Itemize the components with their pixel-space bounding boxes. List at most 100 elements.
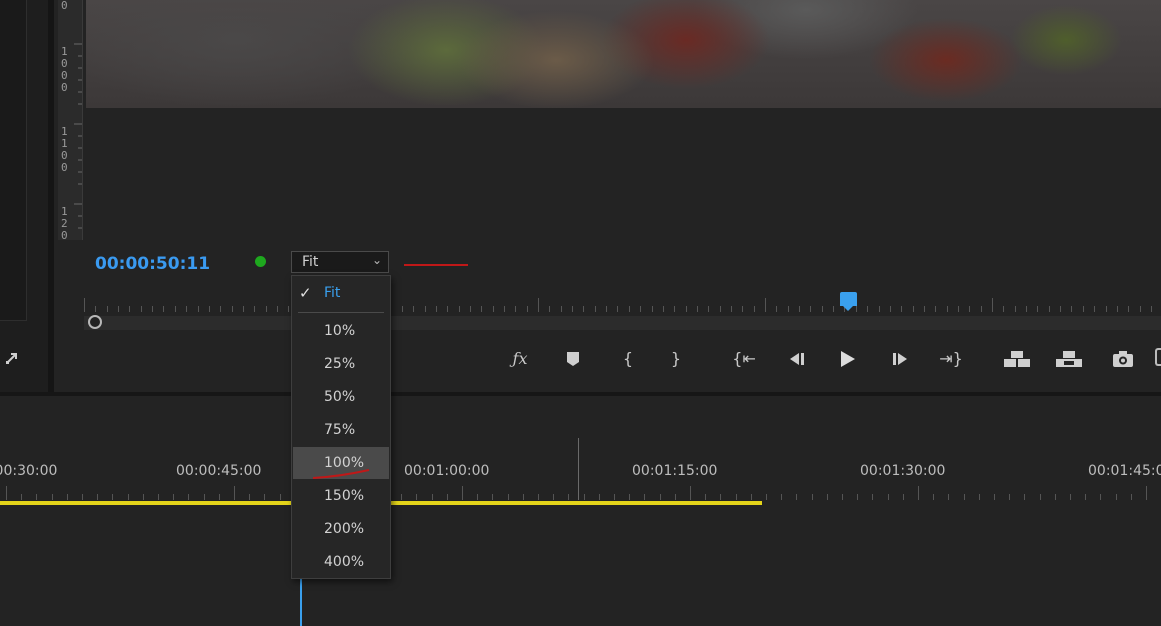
ruler-tick	[935, 306, 937, 312]
ruler-tick	[84, 298, 85, 312]
zoom-level-select[interactable]: Fit ⌄	[291, 251, 389, 273]
ruler-tick	[811, 494, 813, 500]
ruler-tick	[842, 494, 843, 500]
ruler-tick	[857, 494, 859, 500]
ruler-tick	[872, 494, 874, 500]
button-editor-icon[interactable]	[1155, 348, 1161, 366]
ruler-tick	[980, 306, 982, 312]
timeline-time-ruler[interactable]	[0, 482, 1161, 502]
ruler-tick	[902, 494, 904, 500]
zoom-option-200[interactable]: 200%	[293, 513, 389, 545]
ruler-tick	[933, 494, 935, 500]
ruler-tick	[1003, 306, 1005, 312]
zoom-option-400[interactable]: 400%	[293, 546, 389, 578]
ruler-tick	[503, 306, 505, 312]
ruler-tick	[218, 494, 220, 500]
ruler-tick	[142, 494, 144, 500]
zoom-option-50[interactable]: 50%	[293, 381, 389, 413]
ruler-tick	[112, 494, 114, 500]
ruler-tick	[765, 298, 766, 312]
ruler-tick	[867, 306, 869, 312]
ruler-tick	[948, 494, 950, 500]
zoom-dropdown-menu: ✓ Fit 10% 25% 50% 75% 100% 150% 200% 400…	[291, 275, 391, 579]
ruler-tick	[583, 306, 585, 312]
zoom-scrollbar[interactable]	[84, 316, 1161, 330]
zoom-option-label: 150%	[324, 488, 365, 504]
ruler-tick	[753, 306, 755, 312]
ruler-tick	[1116, 306, 1118, 312]
ruler-tick	[158, 494, 159, 500]
go-to-in-icon[interactable]: {⇤	[730, 346, 758, 372]
ruler-tick	[477, 494, 479, 500]
ruler-tick	[265, 306, 267, 312]
marker-icon[interactable]	[560, 346, 586, 372]
ruler-tick	[197, 306, 199, 312]
timeline-timecode-label: 00:00:45:00	[176, 463, 262, 479]
ruler-tick	[923, 306, 925, 312]
ruler-tick	[674, 306, 676, 312]
ruler-tick	[1100, 494, 1102, 500]
timeline-playhead[interactable]	[300, 578, 302, 626]
expand-icon[interactable]	[4, 350, 22, 368]
fx-icon[interactable]: ƒx	[507, 346, 533, 372]
mark-in-icon[interactable]: {	[615, 346, 641, 372]
step-forward-icon[interactable]	[888, 346, 914, 372]
zoom-option-fit[interactable]: ✓ Fit	[293, 277, 389, 309]
ruler-tick	[750, 494, 752, 500]
zoom-option-label: 200%	[324, 521, 365, 537]
ruler-tick	[781, 494, 783, 500]
video-frame[interactable]	[86, 0, 1161, 108]
insert-icon[interactable]	[1003, 346, 1030, 372]
ruler-tick	[855, 306, 857, 312]
zoom-option-label: 400%	[324, 554, 365, 570]
ruler-tick	[186, 306, 188, 312]
monitor-time-ruler[interactable]	[84, 294, 1161, 314]
ruler-tick	[431, 494, 433, 500]
ruler-tick	[560, 306, 562, 312]
ruler-tick	[152, 306, 154, 312]
zoom-scrollbar-handle[interactable]	[88, 315, 102, 329]
vertical-ruler: 0 1 0 0 0 1 1 0 0 1 2 0	[58, 0, 83, 241]
zoom-option-label: 50%	[324, 389, 356, 405]
ruler-tick	[957, 306, 959, 312]
ruler-tick	[6, 486, 7, 500]
ruler-tick	[705, 494, 707, 500]
ruler-tick	[416, 494, 418, 500]
step-back-icon[interactable]	[783, 346, 809, 372]
ruler-tick	[1039, 494, 1041, 500]
ruler-tick	[735, 494, 737, 500]
ruler-tick	[401, 494, 403, 500]
zoom-option-label: 10%	[324, 323, 356, 339]
go-to-out-icon[interactable]: ⇥}	[937, 346, 965, 372]
zoom-option-25[interactable]: 25%	[293, 348, 389, 380]
zoom-option-150[interactable]: 150%	[293, 480, 389, 512]
ruler-tick	[878, 306, 880, 312]
ruler-tick	[606, 306, 608, 312]
ruler-tick	[264, 494, 266, 500]
ruler-tick	[640, 306, 642, 312]
ruler-tick	[628, 306, 630, 312]
ruler-tick	[720, 494, 722, 500]
ruler-tick	[1009, 494, 1011, 500]
play-icon[interactable]	[834, 346, 860, 372]
zoom-option-75[interactable]: 75%	[293, 414, 389, 446]
overwrite-icon[interactable]	[1055, 346, 1082, 372]
zoom-option-10[interactable]: 10%	[293, 315, 389, 347]
ruler-tick	[220, 306, 222, 312]
playhead-handle-tip	[843, 306, 853, 311]
ruler-tick	[994, 494, 995, 500]
mark-out-icon[interactable]: }	[663, 346, 689, 372]
ruler-tick	[163, 306, 165, 312]
export-frame-icon[interactable]	[1110, 346, 1136, 372]
annotation-underline	[312, 469, 370, 479]
ruler-tick	[276, 306, 278, 312]
ruler-tick	[1014, 306, 1016, 312]
playhead-timecode[interactable]: 00:00:50:11	[95, 254, 210, 274]
ruler-tick	[129, 306, 131, 312]
ruler-tick	[568, 494, 570, 500]
ruler-tick	[583, 494, 585, 500]
playhead-handle[interactable]	[840, 292, 857, 306]
ruler-tick	[978, 494, 980, 500]
timeline-timecode-label: 00:01:15:00	[632, 463, 718, 479]
ruler-tick	[799, 306, 801, 312]
